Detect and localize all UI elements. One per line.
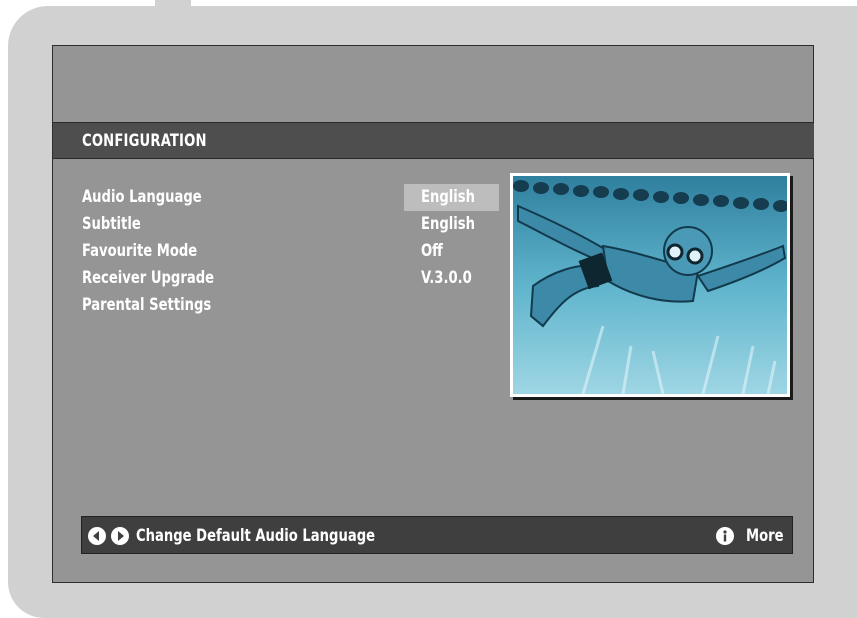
frame-tab — [155, 0, 191, 8]
menu-item-parental-settings[interactable]: Parental Settings — [82, 295, 211, 315]
arrow-left-icon[interactable] — [88, 527, 106, 545]
page-title: CONFIGURATION — [82, 131, 207, 151]
info-icon[interactable] — [716, 527, 734, 545]
underwater-swimmer-image — [513, 176, 787, 394]
help-hint-text: Change Default Audio Language — [136, 526, 376, 546]
menu-item-receiver-upgrade[interactable]: Receiver Upgrade — [82, 268, 214, 288]
arrow-right-icon[interactable] — [111, 527, 129, 545]
more-label[interactable]: More — [746, 526, 784, 546]
favourite-mode-value[interactable]: Off — [421, 241, 443, 261]
preview-photo — [510, 173, 790, 397]
menu-item-subtitle[interactable]: Subtitle — [82, 214, 141, 234]
subtitle-value[interactable]: English — [421, 214, 475, 234]
audio-language-value[interactable]: English — [421, 187, 475, 207]
menu-item-audio-language[interactable]: Audio Language — [82, 187, 202, 207]
receiver-upgrade-value[interactable]: V.3.0.0 — [421, 268, 472, 288]
menu-item-favourite-mode[interactable]: Favourite Mode — [82, 241, 197, 261]
